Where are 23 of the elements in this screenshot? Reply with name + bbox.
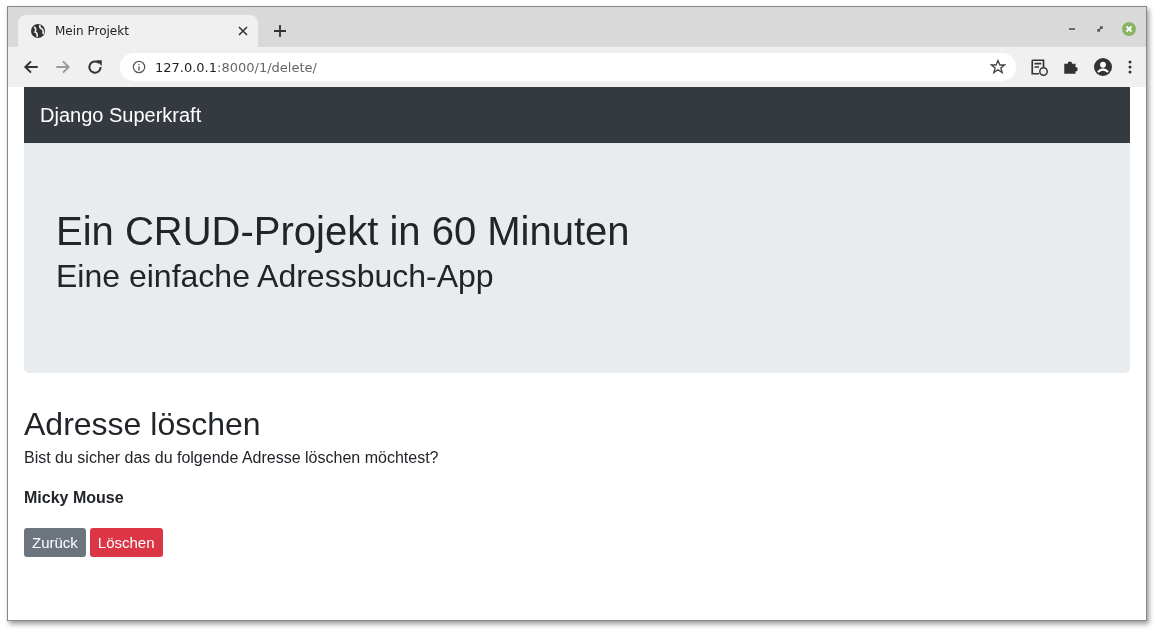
address-name: Micky Mouse bbox=[24, 489, 125, 508]
url-text: 127.0.0.1:8000/1/delete/ bbox=[155, 59, 317, 75]
info-icon bbox=[132, 60, 146, 74]
restore-icon[interactable] bbox=[1095, 24, 1105, 34]
close-icon[interactable] bbox=[238, 26, 248, 36]
new-tab-icon[interactable] bbox=[273, 24, 287, 38]
jumbotron-title: Ein CRUD-Projekt in 60 Minuten bbox=[56, 208, 631, 255]
globe-icon bbox=[30, 23, 46, 39]
confirm-question: Bist du sicher das du folgende Adresse löschen möchtest? bbox=[24, 449, 440, 468]
tab-title: Mein Projekt bbox=[55, 24, 130, 38]
account-icon[interactable] bbox=[1094, 58, 1112, 76]
address-bar[interactable]: 127.0.0.1:8000/1/delete/ bbox=[120, 53, 1016, 81]
page-heading: Adresse löschen bbox=[24, 405, 262, 444]
menu-icon[interactable] bbox=[1128, 59, 1132, 75]
star-icon[interactable] bbox=[990, 59, 1006, 75]
reload-icon[interactable] bbox=[86, 58, 104, 76]
jumbotron-subtitle: Eine einfache Adressbuch-App bbox=[56, 257, 495, 296]
delete-button[interactable]: Löschen bbox=[89, 528, 163, 558]
back-icon[interactable] bbox=[22, 58, 40, 76]
browser-tab[interactable]: Mein Projekt bbox=[18, 15, 258, 47]
reading-list-icon[interactable] bbox=[1030, 58, 1048, 76]
back-button[interactable]: Zurück bbox=[24, 528, 86, 558]
navbar-brand[interactable]: Django Superkraft bbox=[40, 103, 202, 127]
